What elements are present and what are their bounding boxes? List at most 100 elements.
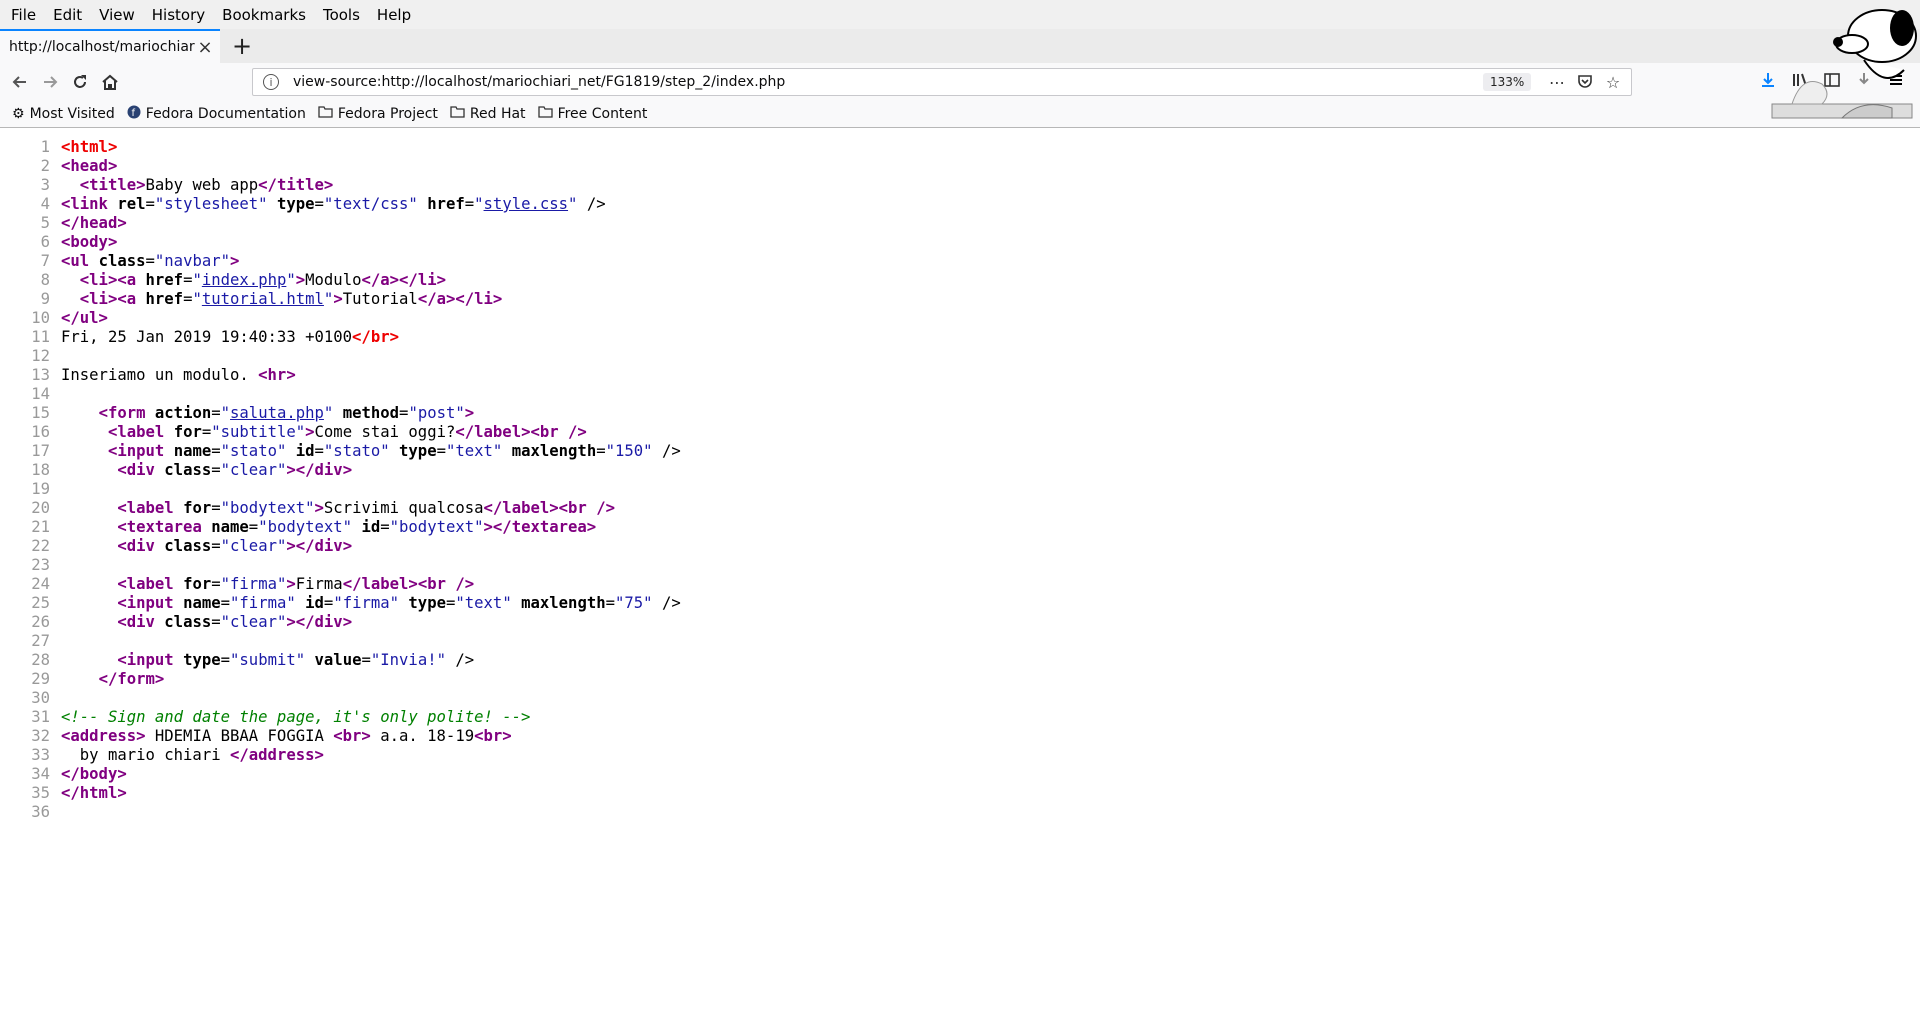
code-token: type [276,195,315,213]
code-token: <br /> [558,499,615,517]
code-token: <br> [474,727,512,745]
bookmark-fedora-project[interactable]: Fedora Project [318,105,438,122]
code-token: "text" [445,442,503,460]
menu-edit[interactable]: Edit [53,6,82,24]
code-token: action [154,404,212,422]
code-token: type [183,651,221,669]
bookmark-most-visited[interactable]: ⚙ Most Visited [12,106,115,122]
line-number: 20 [31,499,50,517]
menu-bookmarks[interactable]: Bookmarks [222,6,306,24]
code-token: for [183,575,212,593]
home-icon[interactable] [95,67,125,97]
line-number: 14 [31,385,50,403]
code-token: class [98,252,146,270]
code-token: <div [117,461,155,479]
code-token: > [230,252,240,270]
source-link-saluta-php[interactable]: saluta.php [230,404,324,422]
line-number: 9 [40,290,50,308]
code-token: class [164,613,212,631]
menu-history[interactable]: History [152,6,205,24]
zoom-level-badge[interactable]: 133% [1483,73,1532,91]
code-token: <br> [333,727,371,745]
code-token: href [145,290,184,308]
line-number: 17 [31,442,50,460]
nav-bar: i view-source:http://localhost/mariochia… [0,63,1920,100]
code-token: a.a. 18-19 [370,727,475,745]
code-token: ></div> [286,461,353,479]
code-token: ></div> [286,537,353,555]
tab-active[interactable]: http://localhost/mariochiari_net/FG1819/… [0,29,220,63]
back-icon[interactable] [5,67,35,97]
code-token: <label [107,423,165,441]
line-number: 1 [40,138,50,156]
code-token: </label> [455,423,531,441]
code-token: ></textarea> [483,518,597,536]
line-number: 33 [31,746,50,764]
code-token: "clear" [220,613,287,631]
url-actions: ⋯ ☆ [1547,73,1623,93]
code-token: </label> [483,499,559,517]
bookmark-star-icon[interactable]: ☆ [1603,73,1623,93]
code-token: /> [652,442,681,460]
source-link-style-css[interactable]: style.css [484,195,569,213]
code-token: </ul> [61,309,108,327]
source-link-tutorial-html[interactable]: tutorial.html [202,290,324,308]
code-token: "bodytext" [220,499,315,517]
line-number: 4 [40,195,50,213]
menu-file[interactable]: File [11,6,36,24]
code-token: <label [117,499,174,517]
tab-title: http://localhost/mariochiari_net/FG1819/… [9,39,195,55]
menu-bar: File Edit View History Bookmarks Tools H… [0,0,1920,29]
code-token: name [211,518,249,536]
code-token: "navbar" [154,252,231,270]
line-number: 19 [31,480,50,498]
code-token: "clear" [220,537,287,555]
url-text: view-source:http://localhost/mariochiari… [293,74,786,90]
line-number: 22 [31,537,50,555]
reload-icon[interactable] [65,67,95,97]
bookmark-red-hat[interactable]: Red Hat [450,105,526,122]
code-token: name [173,442,212,460]
line-number: 6 [40,233,50,251]
forward-icon[interactable] [35,67,65,97]
bookmark-label: Most Visited [29,105,115,122]
code-token: maxlength [511,442,597,460]
bookmark-fedora-documentation[interactable]: f Fedora Documentation [127,105,306,123]
new-tab-icon[interactable]: + [232,31,252,61]
code-token: method [342,404,400,422]
menu-help[interactable]: Help [377,6,411,24]
code-token: <li><a [79,271,137,289]
page-actions-icon[interactable]: ⋯ [1547,73,1567,93]
code-token: type [408,594,446,612]
code-token: "stato" [220,442,287,460]
code-token: <div [117,537,155,555]
bookmark-free-content[interactable]: Free Content [537,105,648,122]
fedora-logo-icon: f [127,105,141,123]
line-number: 31 [31,708,50,726]
info-icon[interactable]: i [263,74,279,90]
code-token: </body> [61,765,127,783]
code-token: <hr> [258,366,296,384]
svg-text:f: f [131,108,135,119]
menu-tools[interactable]: Tools [323,6,360,24]
line-number: 21 [31,518,50,536]
folder-icon [450,105,465,122]
line-number: 28 [31,651,50,669]
code-token: <title> [79,176,146,194]
tab-close-icon[interactable]: × [195,37,215,58]
folder-icon [537,105,553,122]
code-token: id [295,442,315,460]
source-link-index-php[interactable]: index.php [202,271,287,289]
bookmark-label: Free Content [557,105,648,122]
url-bar[interactable]: i view-source:http://localhost/mariochia… [252,68,1632,96]
line-number: 35 [31,784,50,802]
code-token: "Invia!" [370,651,446,669]
code-token: "stato" [323,442,390,460]
gear-icon: ⚙ [12,105,25,122]
menu-view[interactable]: View [99,6,135,24]
code-token: by mario chiari [61,746,230,764]
code-token: </head> [61,214,127,232]
code-comment: <!-- Sign and date the page, it's only p… [61,708,531,726]
pocket-icon[interactable] [1575,73,1595,93]
code-token: "stylesheet" [154,195,268,213]
